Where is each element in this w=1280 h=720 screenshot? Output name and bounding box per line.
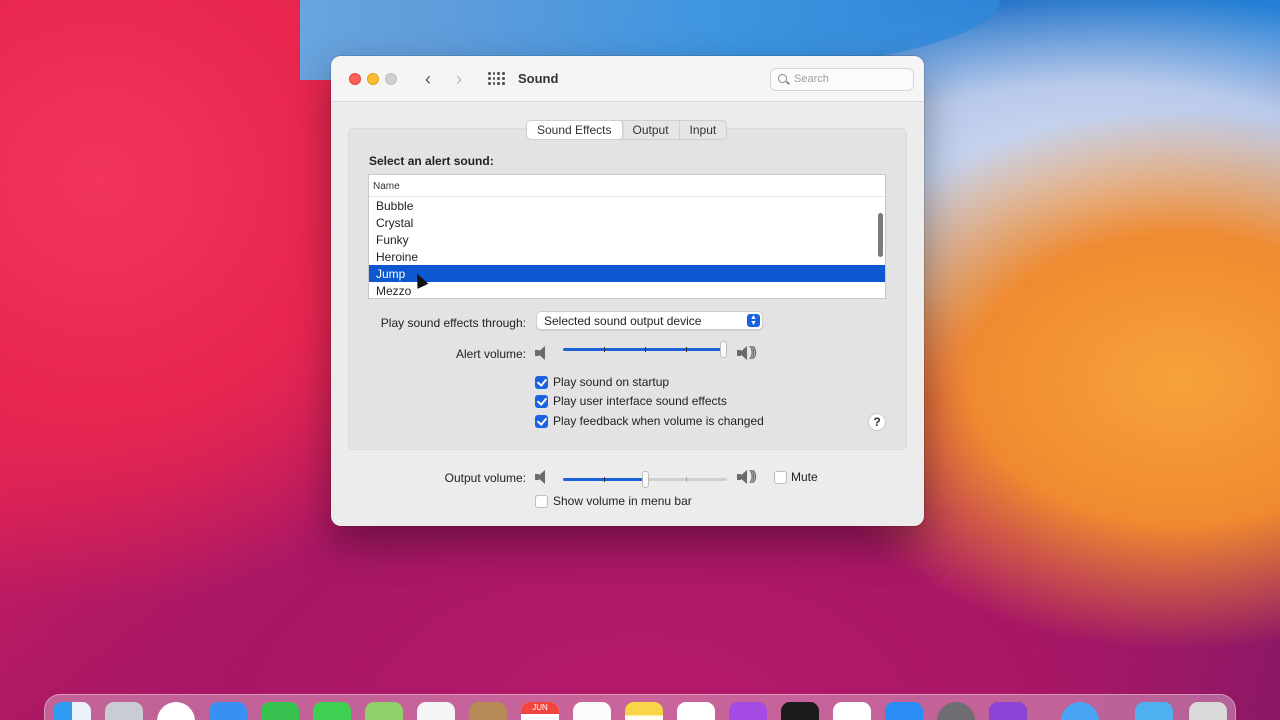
- photos-icon[interactable]: [417, 702, 455, 720]
- list-item[interactable]: Heroine: [369, 248, 885, 265]
- search-placeholder: Search: [794, 73, 829, 85]
- volume-feedback-label: Play feedback when volume is changed: [553, 414, 764, 428]
- alert-volume-slider[interactable]: [563, 340, 727, 360]
- speaker-low-icon: [535, 346, 547, 360]
- mute-checkbox[interactable]: [774, 471, 787, 484]
- output-volume-label: Output volume:: [444, 471, 526, 485]
- alert-sound-list[interactable]: Name Bubble Crystal Funky Heroine Jump M…: [368, 174, 886, 299]
- notes-icon[interactable]: [625, 702, 663, 720]
- downloads-folder-icon[interactable]: [1135, 702, 1173, 720]
- speaker-high-icon: [737, 470, 749, 484]
- tab-sound-effects[interactable]: Sound Effects: [527, 121, 623, 139]
- facetime-icon[interactable]: [261, 702, 299, 720]
- minimize-button[interactable]: [367, 73, 379, 85]
- help-button[interactable]: ?: [868, 413, 886, 431]
- speaker-waves-icon: ))): [749, 343, 757, 359]
- search-field[interactable]: Search: [770, 68, 914, 91]
- show-volume-menubar-label: Show volume in menu bar: [553, 494, 692, 508]
- sound-preferences-window: ‹ › Sound Search Sound Effects Output In…: [331, 56, 924, 526]
- app-store-icon[interactable]: [885, 702, 923, 720]
- list-item[interactable]: Mezzo: [369, 282, 885, 298]
- reminders-icon[interactable]: [573, 702, 611, 720]
- title-bar: ‹ › Sound Search: [331, 56, 924, 102]
- speaker-high-icon: [737, 346, 749, 360]
- list-scrollbar[interactable]: [878, 213, 883, 257]
- calendar-icon[interactable]: JUN: [521, 702, 559, 720]
- play-through-value: Selected sound output device: [544, 314, 702, 328]
- popup-chevrons-icon: ▲ ▼: [747, 314, 760, 327]
- ui-sound-effects-checkbox[interactable]: [535, 395, 548, 408]
- close-button[interactable]: [349, 73, 361, 85]
- play-through-popup[interactable]: Selected sound output device ▲ ▼: [536, 311, 763, 330]
- podcasts-icon[interactable]: [729, 702, 767, 720]
- select-alert-label: Select an alert sound:: [369, 154, 494, 168]
- maps-icon[interactable]: [365, 702, 403, 720]
- speaker-waves-icon: ))): [749, 467, 757, 483]
- list-item[interactable]: Crystal: [369, 214, 885, 231]
- messages-icon[interactable]: [313, 702, 351, 720]
- window-title: Sound: [518, 71, 559, 86]
- output-volume-knob[interactable]: [642, 471, 649, 488]
- zoom-button[interactable]: [385, 73, 397, 85]
- play-through-label: Play sound effects through:: [380, 316, 526, 330]
- list-item[interactable]: Funky: [369, 231, 885, 248]
- list-header-name[interactable]: Name: [369, 175, 885, 197]
- news-icon[interactable]: [833, 702, 871, 720]
- alert-volume-knob[interactable]: [720, 341, 727, 358]
- show-all-grid-icon[interactable]: [488, 72, 505, 86]
- forward-button[interactable]: ›: [450, 69, 468, 90]
- list-item-selected[interactable]: Jump: [369, 265, 885, 282]
- tv-icon[interactable]: [781, 702, 819, 720]
- startup-sound-checkbox[interactable]: [535, 376, 548, 389]
- back-button[interactable]: ‹: [419, 69, 437, 90]
- trash-icon[interactable]: [1189, 702, 1227, 720]
- volume-feedback-checkbox[interactable]: [535, 415, 548, 428]
- startup-sound-label: Play sound on startup: [553, 375, 670, 389]
- show-volume-menubar-checkbox[interactable]: [535, 495, 548, 508]
- segmented-tabs: Sound Effects Output Input: [526, 120, 728, 140]
- output-volume-slider[interactable]: [563, 470, 727, 490]
- mute-label: Mute: [791, 470, 818, 484]
- ui-sound-effects-label: Play user interface sound effects: [553, 394, 727, 408]
- music-icon[interactable]: [677, 702, 715, 720]
- finder-icon[interactable]: [53, 702, 91, 720]
- alert-volume-label: Alert volume:: [455, 347, 526, 361]
- feedback-icon[interactable]: [989, 702, 1027, 720]
- list-item[interactable]: Bubble: [369, 197, 885, 214]
- tab-output[interactable]: Output: [623, 121, 680, 139]
- mail-icon[interactable]: [209, 702, 247, 720]
- tab-input[interactable]: Input: [680, 121, 727, 139]
- search-icon: [778, 74, 787, 83]
- launchpad-icon[interactable]: [105, 702, 143, 720]
- speaker-low-icon: [535, 470, 547, 484]
- calendar-month: JUN: [521, 702, 559, 714]
- contacts-icon[interactable]: [469, 702, 507, 720]
